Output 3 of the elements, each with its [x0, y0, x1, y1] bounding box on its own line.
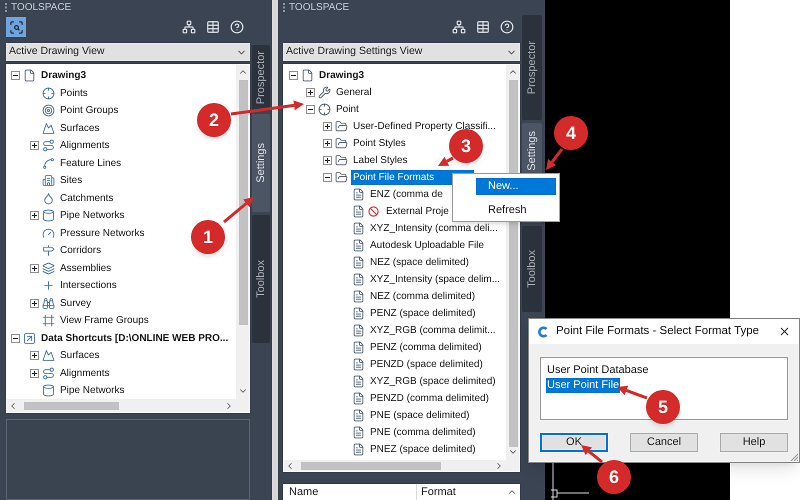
panel-title: TOOLSPACE — [289, 0, 350, 14]
dialog-title: Point File Formats - Select Format Type — [556, 324, 760, 339]
panel-title: TOOLSPACE — [11, 0, 72, 14]
